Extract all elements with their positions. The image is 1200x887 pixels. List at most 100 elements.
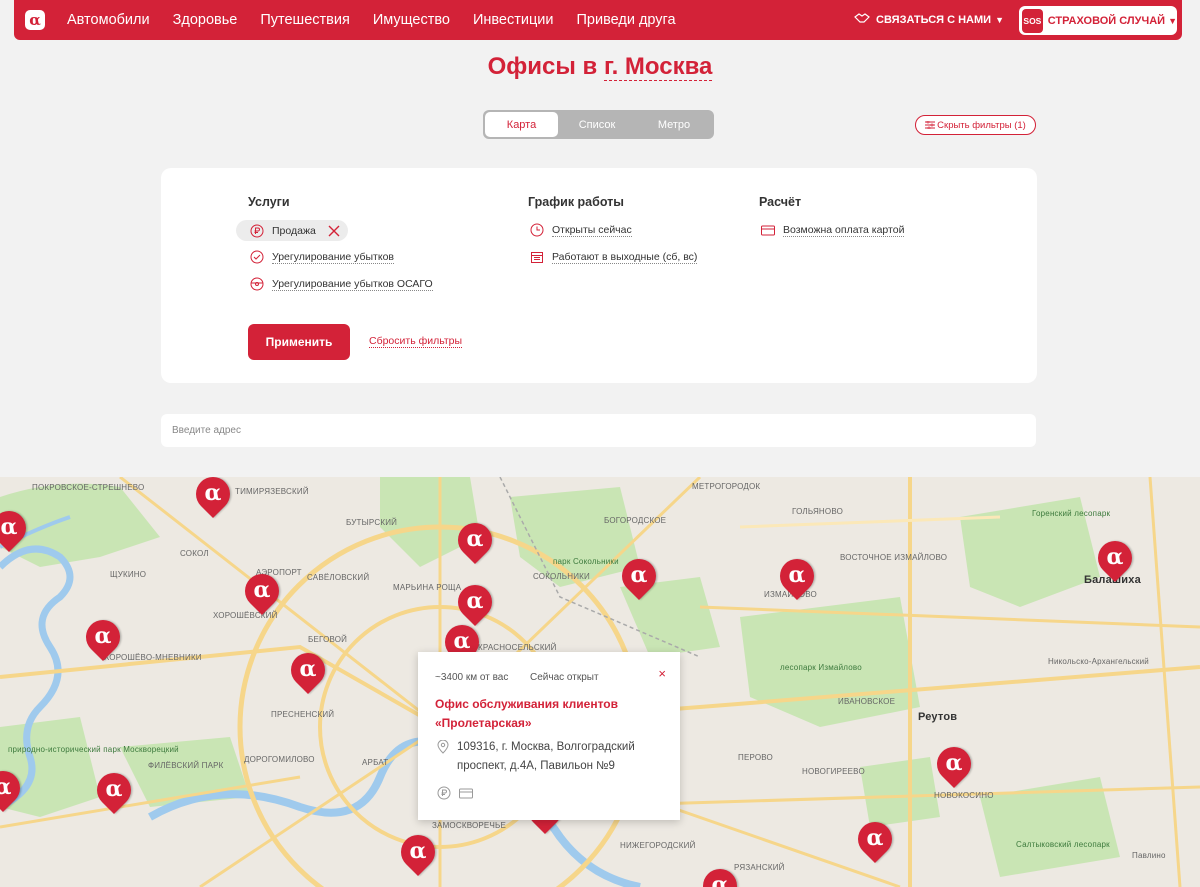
logo-alpha-icon: α — [866, 825, 884, 851]
map-label: КРАСНОСЕЛЬСКИЙ — [478, 643, 557, 652]
logo-alpha-icon: α — [0, 514, 18, 540]
tab-map[interactable]: Карта — [485, 112, 558, 137]
office-pin[interactable]: α — [0, 763, 28, 815]
office-pin[interactable]: α — [450, 515, 500, 567]
map-label: ПОКРОВСКОЕ-СТРЕШНЕВО — [32, 483, 145, 492]
map-label: ВОСТОЧНОЕ ИЗМАЙЛОВО — [840, 553, 948, 562]
map-label: ТИМИРЯЗЕВСКИЙ — [235, 487, 309, 496]
logo-alpha-icon: α — [94, 623, 112, 649]
nav-item-health[interactable]: Здоровье — [173, 12, 238, 28]
close-icon[interactable] — [328, 225, 340, 237]
logo-alpha-icon: α — [204, 480, 222, 506]
filter-sliders-icon — [925, 121, 936, 129]
map-label: МАРЬИНА РОЩА — [393, 583, 462, 592]
nav-item-refer-friend[interactable]: Приведи друга — [576, 12, 675, 28]
map-label: ЩУКИНО — [110, 570, 147, 579]
logo-alpha-icon: α — [105, 776, 123, 802]
map-label: Реутов — [918, 711, 958, 723]
office-pin[interactable]: α — [0, 503, 34, 555]
hide-filters-button[interactable]: Скрыть фильтры (1) — [915, 115, 1036, 135]
office-pin[interactable]: α — [237, 566, 287, 618]
map-label: Салтыковский лесопарк — [1016, 840, 1110, 849]
filter-label: Работают в выходные (сб, вс) — [552, 250, 698, 264]
nav-item-cars[interactable]: Автомобили — [67, 12, 150, 28]
map-label: ДОРОГОМИЛОВО — [244, 755, 315, 764]
insurance-case-label: СТРАХОВОЙ СЛУЧАЙ — [1047, 14, 1166, 27]
main-nav: Автомобили Здоровье Путешествия Имуществ… — [67, 12, 699, 28]
logo-alpha-icon: α — [299, 656, 317, 682]
map-label: НИЖЕГОРОДСКИЙ — [620, 841, 696, 850]
chevron-down-icon: ▼ — [1168, 15, 1177, 26]
view-tabs: Карта Список Метро — [483, 110, 714, 139]
office-pin[interactable]: α — [393, 827, 443, 879]
office-pin[interactable]: α — [772, 551, 822, 603]
address-search — [161, 414, 1036, 447]
services-heading: Услуги — [248, 195, 290, 209]
filter-osago-claims[interactable]: Урегулирование убытков ОСАГО — [250, 277, 433, 291]
map-label: Павлино — [1132, 851, 1166, 860]
office-name-link[interactable]: Офис обслуживания клиентов «Пролетарская… — [435, 695, 665, 733]
hide-filters-label: Скрыть фильтры (1) — [937, 119, 1026, 131]
filter-label: Урегулирование убытков ОСАГО — [272, 277, 433, 291]
filter-chip-sale[interactable]: Продажа — [236, 220, 348, 241]
office-popup: ~3400 км от вас Сейчас открыт × Офис обс… — [418, 652, 680, 820]
page-title: Офисы в г. Москва — [0, 53, 1200, 81]
map-label: НОВОКОСИНО — [934, 791, 994, 800]
filter-label: Открыты сейчас — [552, 223, 632, 237]
insurance-case-button[interactable]: SOS СТРАХОВОЙ СЛУЧАЙ ▼ — [1019, 6, 1177, 35]
nav-item-travel[interactable]: Путешествия — [260, 12, 349, 28]
logo-alpha-icon[interactable]: α — [25, 10, 45, 30]
office-pin[interactable]: α — [850, 814, 900, 866]
contact-us-button[interactable]: СВЯЗАТЬСЯ С НАМИ ▼ — [854, 12, 1004, 27]
filter-claims-settlement[interactable]: Урегулирование убытков — [250, 250, 394, 264]
tab-list[interactable]: Список — [558, 112, 636, 137]
logo-alpha-icon: α — [409, 838, 427, 864]
open-status: Сейчас открыт — [530, 672, 599, 683]
address-input[interactable] — [161, 414, 1036, 447]
map-label: ЗАМОСКВОРЕЧЬЕ — [432, 821, 506, 830]
contact-us-label: СВЯЗАТЬСЯ С НАМИ — [876, 13, 992, 26]
map-label: АРБАТ — [362, 758, 389, 767]
logo-alpha-icon: α — [711, 872, 729, 887]
page-title-prefix: Офисы в — [487, 53, 598, 80]
office-pin[interactable]: α — [89, 765, 139, 817]
ruble-icon — [437, 786, 451, 800]
nav-item-property[interactable]: Имущество — [373, 12, 450, 28]
map-label: парк Сокольники — [553, 557, 619, 566]
logo-alpha-icon: α — [0, 774, 12, 800]
check-icon — [250, 250, 264, 264]
office-pin[interactable]: α — [78, 612, 128, 664]
map-label: СОКОЛ — [180, 549, 209, 558]
map-label: Горенский лесопарк — [1032, 509, 1111, 518]
map-label: САВЁЛОВСКИЙ — [307, 573, 370, 582]
card-icon — [761, 223, 775, 237]
clock-icon — [530, 223, 544, 237]
chevron-down-icon: ▼ — [995, 14, 1004, 25]
office-pin[interactable]: α — [283, 645, 333, 697]
filters-panel: Услуги График работы Расчёт Продажа Урег… — [161, 168, 1037, 383]
apply-filters-button[interactable]: Применить — [248, 324, 350, 360]
nav-item-investments[interactable]: Инвестиции — [473, 12, 554, 28]
office-pin[interactable]: α — [188, 477, 238, 521]
close-icon[interactable]: × — [658, 666, 666, 681]
logo-alpha-icon: α — [466, 526, 484, 552]
city-selector[interactable]: г. Москва — [603, 53, 713, 81]
map-label: НОВОГИРЕЕВО — [802, 767, 865, 776]
logo-alpha-icon: α — [466, 588, 484, 614]
tab-metro[interactable]: Метро — [636, 112, 712, 137]
schedule-heading: График работы — [528, 195, 624, 209]
filter-weekends[interactable]: Работают в выходные (сб, вс) — [530, 250, 698, 264]
office-pin[interactable]: α — [929, 739, 979, 791]
office-pin[interactable]: α — [1090, 533, 1140, 585]
filter-chip-label: Продажа — [272, 224, 316, 237]
ruble-icon — [250, 224, 264, 238]
map-label: ПРЕСНЕНСКИЙ — [271, 710, 335, 719]
office-pin[interactable]: α — [450, 577, 500, 629]
filter-open-now[interactable]: Открыты сейчас — [530, 223, 632, 237]
logo-alpha-icon: α — [630, 562, 648, 588]
office-pin[interactable]: α — [695, 861, 745, 887]
office-pin[interactable]: α — [614, 551, 664, 603]
reset-filters-link[interactable]: Сбросить фильтры — [369, 335, 463, 348]
filter-card-payment[interactable]: Возможна оплата картой — [761, 223, 905, 237]
handshake-icon — [854, 12, 870, 27]
